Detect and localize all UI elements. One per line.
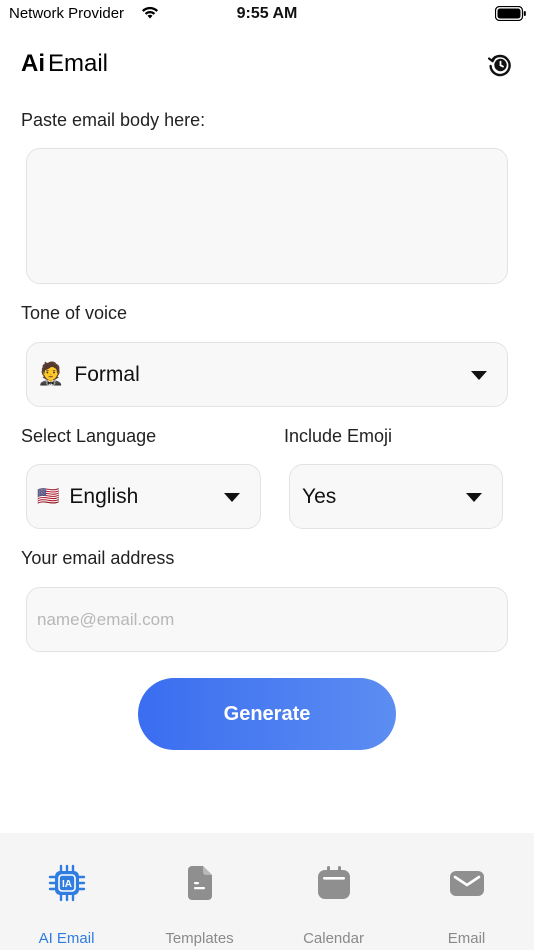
include-emoji-select[interactable]: Yes xyxy=(289,464,503,529)
tab-email[interactable]: Email xyxy=(400,833,533,950)
tab-label: AI Email xyxy=(38,930,95,947)
tab-label: Calendar xyxy=(303,930,364,947)
tone-value: Formal xyxy=(74,362,140,386)
history-button[interactable] xyxy=(487,52,513,78)
history-clock-icon xyxy=(487,54,511,77)
include-emoji-value: Yes xyxy=(302,484,337,508)
email-body-textarea[interactable] xyxy=(26,148,508,284)
app-title: Ai Email xyxy=(21,50,108,78)
email-address-field[interactable] xyxy=(26,587,508,652)
chevron-down-icon xyxy=(471,370,487,380)
tab-bar: IA AI Email Templates Calendar Email xyxy=(0,833,534,950)
generate-button[interactable]: Generate xyxy=(138,678,396,750)
language-value: English xyxy=(69,484,139,508)
tab-label: Templates xyxy=(165,930,234,947)
body-label: Paste email body here: xyxy=(21,110,206,130)
tab-ai-email[interactable]: IA AI Email xyxy=(0,833,133,950)
tab-label: Email xyxy=(447,930,486,947)
tab-templates[interactable]: Templates xyxy=(133,833,266,950)
envelope-icon xyxy=(449,871,484,896)
chip-icon: IA xyxy=(48,864,85,902)
email-address-input[interactable] xyxy=(27,609,507,630)
app-title-prefix: Ai xyxy=(21,50,45,77)
battery-icon xyxy=(495,6,526,21)
app-title-suffix: Email xyxy=(48,50,109,77)
document-icon xyxy=(187,866,212,900)
language-label: Select Language xyxy=(21,426,157,446)
email-address-label: Your email address xyxy=(21,548,175,568)
us-flag-icon: 🇺🇸 xyxy=(37,486,60,507)
chevron-down-icon xyxy=(466,492,482,502)
language-select[interactable]: 🇺🇸 English xyxy=(26,464,261,529)
calendar-icon xyxy=(317,866,350,899)
status-time: 9:55 AM xyxy=(236,5,298,22)
chevron-down-icon xyxy=(224,492,240,502)
tone-label: Tone of voice xyxy=(21,303,128,323)
tone-emoji-icon: 🤵 xyxy=(37,362,65,387)
tab-calendar[interactable]: Calendar xyxy=(267,833,400,950)
tone-select[interactable]: 🤵 Formal xyxy=(26,342,508,407)
svg-text:IA: IA xyxy=(62,879,72,890)
status-bar: Network Provider 9:55 AM xyxy=(0,0,534,30)
emoji-label: Include Emoji xyxy=(284,426,393,446)
